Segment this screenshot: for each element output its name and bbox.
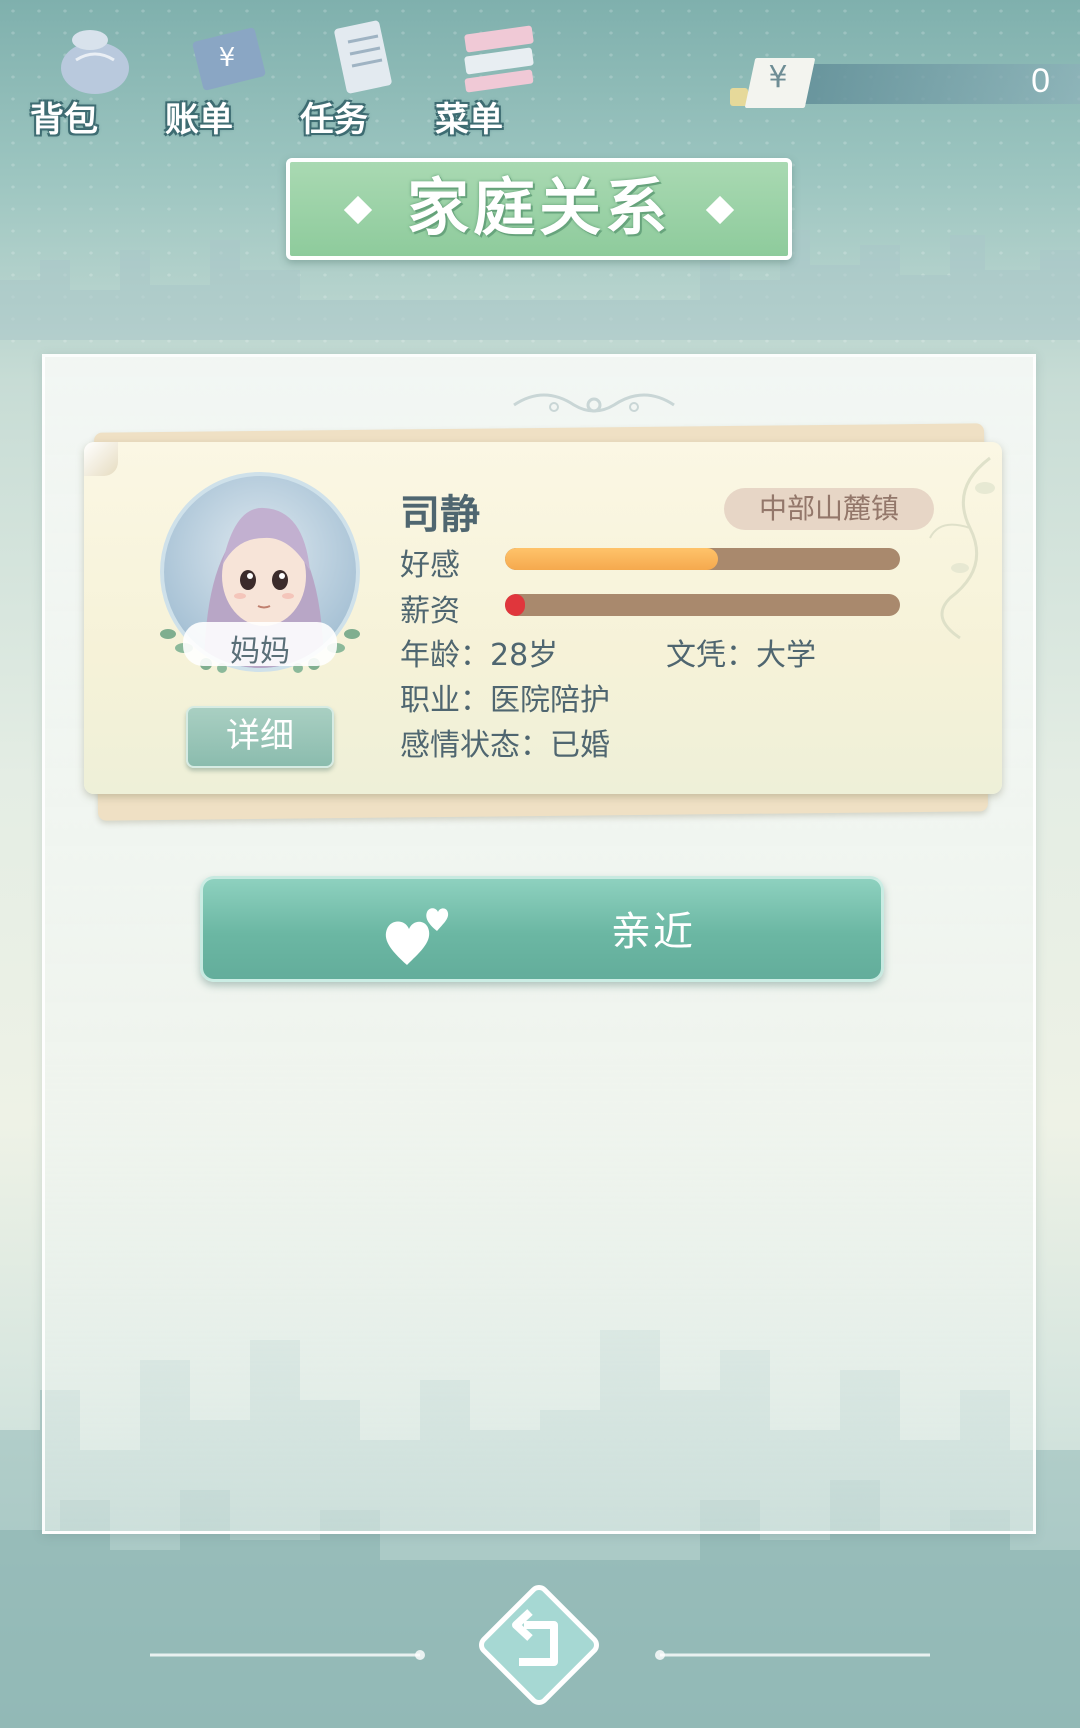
salary-label: 薪资 xyxy=(400,594,460,629)
detail-button[interactable]: 详细 xyxy=(186,706,334,768)
education-info: 文凭：大学 xyxy=(666,638,816,673)
character-name: 司静 xyxy=(400,492,480,538)
task-icon xyxy=(334,20,392,94)
hearts-icon xyxy=(385,908,449,965)
nav-label-bill: 账单 xyxy=(165,100,233,140)
favor-bar xyxy=(505,548,900,570)
age-info: 年龄：28岁 xyxy=(400,638,559,673)
salary-bar xyxy=(505,594,900,616)
nav-label-menu: 菜单 xyxy=(435,100,503,140)
salary-bar-fill xyxy=(505,594,525,616)
nav-menu[interactable]: 菜单 xyxy=(425,10,545,140)
page-title-banner: 家庭关系 xyxy=(286,158,792,260)
approach-button[interactable]: 亲近 xyxy=(200,876,884,982)
menu-icon xyxy=(464,25,534,93)
approach-label: 亲近 xyxy=(611,909,695,955)
nav-backpack[interactable]: 背包 xyxy=(20,10,140,140)
job-info: 职业：医院陪护 xyxy=(400,683,610,718)
location-tag: 中部山麓镇 xyxy=(724,488,934,530)
relation-label: 妈妈 xyxy=(230,634,290,669)
nav-task[interactable]: 任务 xyxy=(290,10,410,140)
card-corner xyxy=(84,442,118,476)
svg-text:¥: ¥ xyxy=(219,43,236,73)
nav-label-backpack: 背包 xyxy=(30,100,98,140)
nav-label-task: 任务 xyxy=(300,100,368,140)
money-amount: 0 xyxy=(1031,62,1050,100)
favor-label: 好感 xyxy=(400,548,460,583)
marital-info: 感情状态：已婚 xyxy=(400,728,610,763)
backpack-icon xyxy=(61,30,129,94)
vine-decoration-icon xyxy=(929,456,995,640)
favor-bar-fill xyxy=(505,548,719,570)
bill-icon: ¥ xyxy=(192,27,266,91)
back-button[interactable] xyxy=(474,1580,604,1710)
money-indicator: ¥ 0 xyxy=(730,58,1080,108)
ornament-icon xyxy=(513,393,675,413)
nav-bill[interactable]: ¥ 账单 xyxy=(155,10,275,140)
yen-icon: ¥ xyxy=(768,60,788,95)
